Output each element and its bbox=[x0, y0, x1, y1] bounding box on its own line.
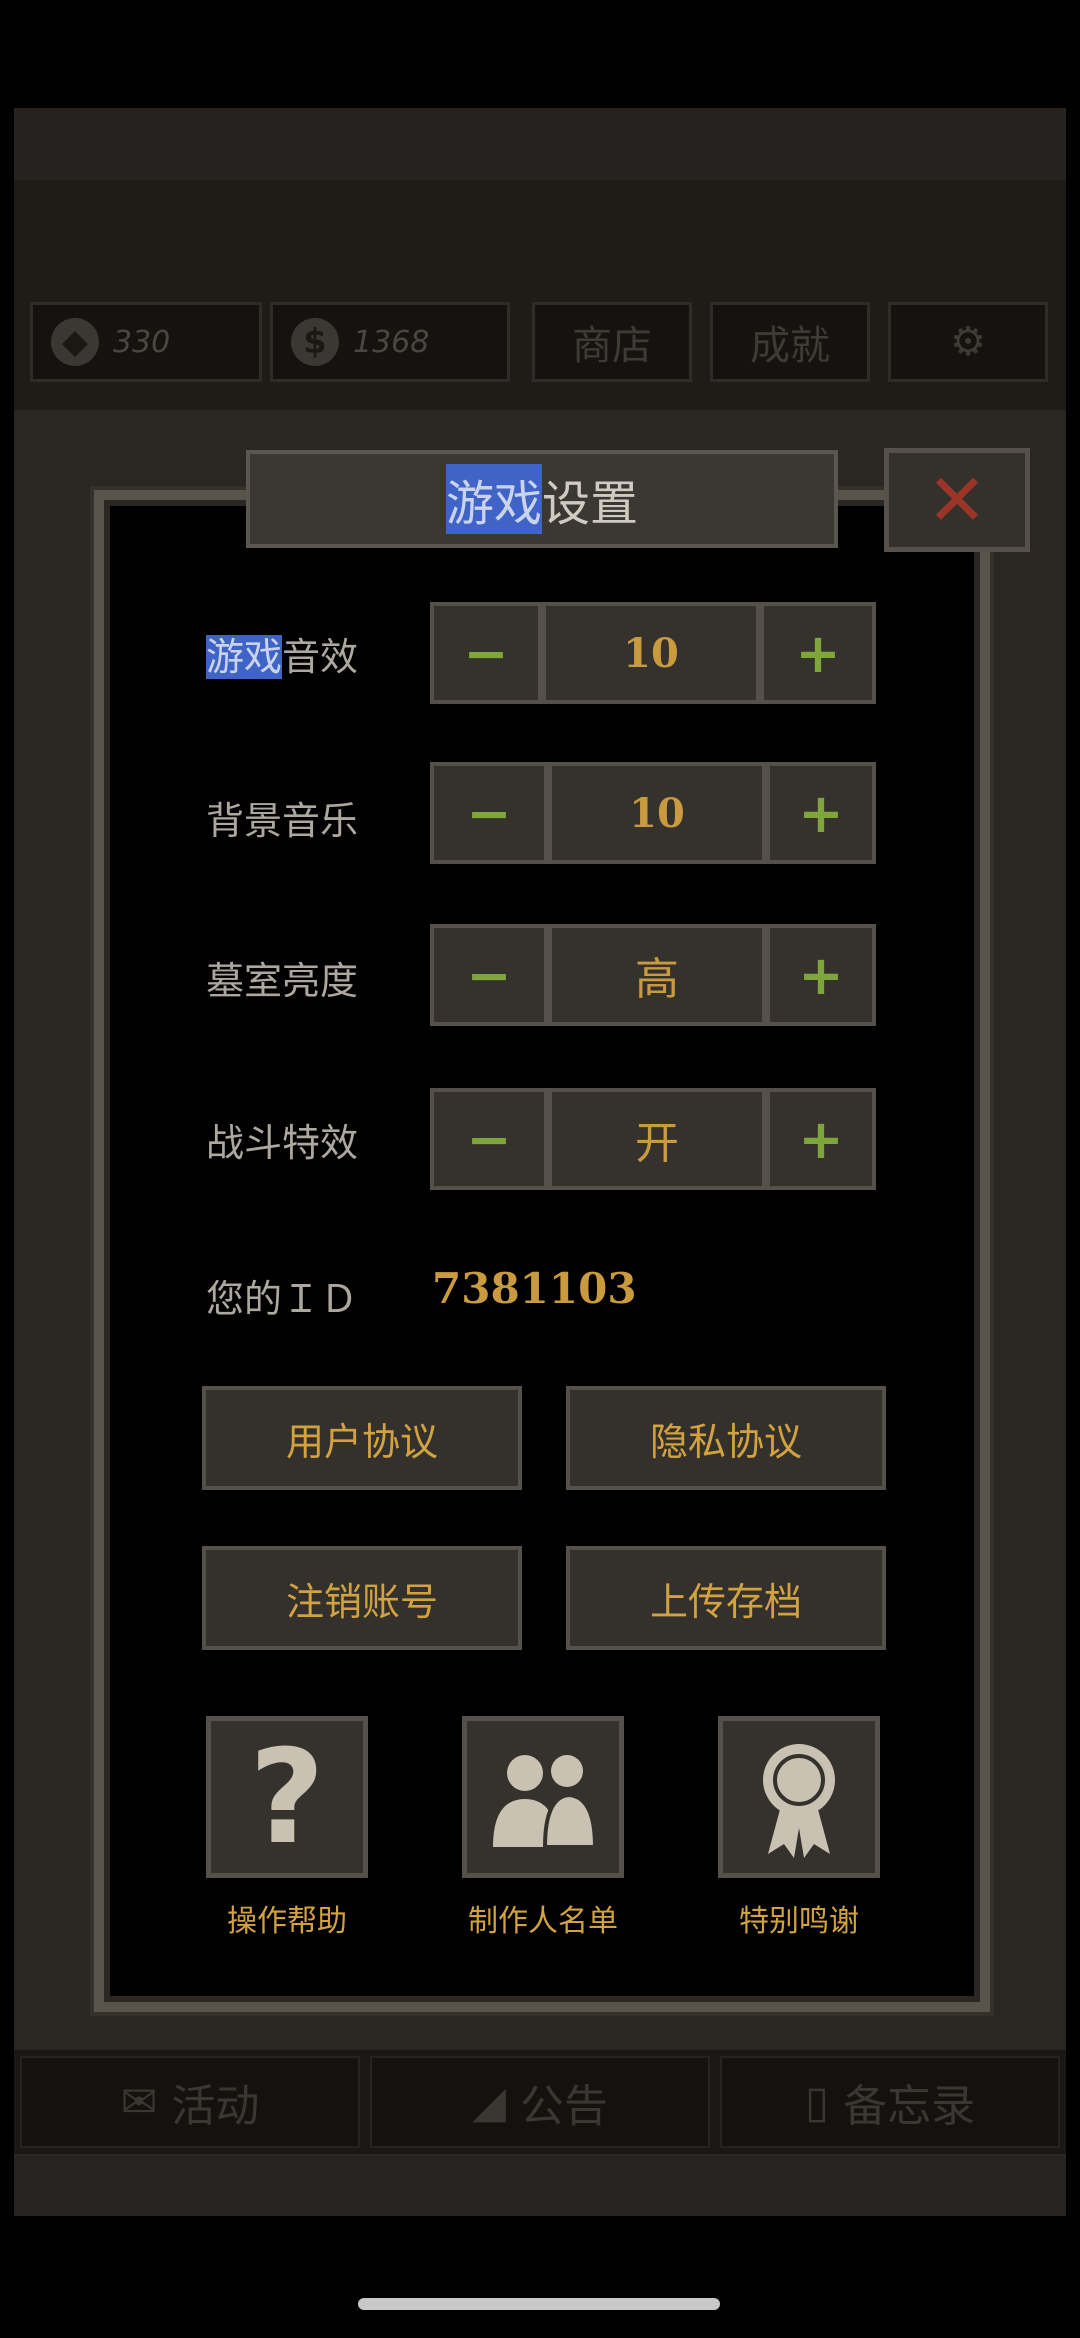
notice-button[interactable]: ◢ 公告 bbox=[370, 2056, 710, 2148]
notice-label: 公告 bbox=[519, 2081, 608, 2132]
memo-button[interactable]: ▯ 备忘录 bbox=[720, 2056, 1060, 2148]
background-music-label: 背景音乐 bbox=[206, 790, 406, 845]
user-agreement-button[interactable]: 用户协议 bbox=[202, 1386, 522, 1490]
user-id-value: 7381103 bbox=[432, 1264, 637, 1313]
background-music-increase-button[interactable]: + bbox=[766, 762, 876, 864]
gear-icon: ⚙ bbox=[950, 319, 986, 365]
combat-effects-label: 战斗特效 bbox=[206, 1112, 406, 1167]
combat-effects-value: 开 bbox=[548, 1088, 766, 1190]
combat-effects-label-text: 战斗特效 bbox=[206, 1121, 359, 1165]
minus-icon: − bbox=[463, 621, 509, 685]
shop-label: 商店 bbox=[572, 323, 652, 369]
mail-icon: ✉ bbox=[120, 2076, 158, 2128]
tomb-brightness-decrease-button[interactable]: − bbox=[430, 924, 548, 1026]
people-icon bbox=[493, 1755, 598, 1849]
memo-label: 备忘录 bbox=[843, 2081, 976, 2132]
coin-counter[interactable]: $ 1368 bbox=[270, 302, 510, 382]
privacy-agreement-button[interactable]: 隐私协议 bbox=[566, 1386, 886, 1490]
title-selected-text: 游戏 bbox=[445, 464, 542, 534]
combat-effects-decrease-button[interactable]: − bbox=[430, 1088, 548, 1190]
background-music-value-text: 10 bbox=[629, 789, 685, 837]
minus-icon: − bbox=[466, 1107, 512, 1171]
question-mark-icon: ? bbox=[249, 1732, 324, 1862]
shop-button[interactable]: 商店 bbox=[532, 302, 692, 382]
tomb-brightness-increase-button[interactable]: + bbox=[766, 924, 876, 1026]
diamond-icon: ◆ bbox=[51, 318, 99, 366]
dialog-title: 游戏 设置 bbox=[246, 450, 838, 548]
close-button[interactable]: ✕ bbox=[884, 448, 1030, 552]
plus-icon: + bbox=[798, 1107, 844, 1171]
delete-account-button[interactable]: 注销账号 bbox=[202, 1546, 522, 1650]
combat-effects-value-text: 开 bbox=[635, 1118, 679, 1169]
thanks-label: 特别鸣谢 bbox=[739, 1904, 859, 1939]
tomb-brightness-label: 墓室亮度 bbox=[206, 950, 406, 1005]
help-button[interactable]: ? bbox=[206, 1716, 368, 1878]
sound-effects-decrease-button[interactable]: − bbox=[430, 602, 542, 704]
plus-icon: + bbox=[798, 781, 844, 845]
sound-effects-increase-button[interactable]: + bbox=[760, 602, 876, 704]
tomb-brightness-label-text: 墓室亮度 bbox=[206, 959, 359, 1003]
user-id-label: 您的ＩＤ bbox=[206, 1277, 359, 1321]
dollar-icon: $ bbox=[291, 318, 339, 366]
svg-text:?: ? bbox=[249, 1732, 324, 1862]
credits-button[interactable] bbox=[462, 1716, 624, 1878]
minus-icon: − bbox=[466, 781, 512, 845]
sound-effects-label-text: 音效 bbox=[282, 635, 359, 679]
credits-label: 制作人名单 bbox=[468, 1904, 618, 1939]
upload-save-label: 上传存档 bbox=[649, 1579, 802, 1624]
gem-count: 330 bbox=[113, 324, 171, 360]
background-music-decrease-button[interactable]: − bbox=[430, 762, 548, 864]
game-footer-area bbox=[14, 2156, 1066, 2216]
achievements-label: 成就 bbox=[750, 323, 830, 369]
thanks-button[interactable] bbox=[718, 1716, 880, 1878]
close-icon: ✕ bbox=[926, 458, 988, 542]
achievements-button[interactable]: 成就 bbox=[710, 302, 870, 382]
minus-icon: − bbox=[466, 943, 512, 1007]
award-ribbon-icon bbox=[763, 1744, 835, 1858]
tomb-brightness-value-text: 高 bbox=[635, 954, 679, 1005]
sound-effects-value: 10 bbox=[542, 602, 760, 704]
megaphone-icon: ◢ bbox=[472, 2076, 506, 2128]
help-label: 操作帮助 bbox=[227, 1904, 347, 1939]
plus-icon: + bbox=[798, 943, 844, 1007]
tomb-brightness-value: 高 bbox=[548, 924, 766, 1026]
user-agreement-label: 用户协议 bbox=[285, 1419, 438, 1464]
title-text: 设置 bbox=[542, 476, 639, 532]
sound-effects-label: 游戏音效 bbox=[206, 626, 406, 681]
home-indicator[interactable] bbox=[358, 2298, 720, 2310]
sound-effects-value-text: 10 bbox=[623, 629, 679, 677]
upload-save-button[interactable]: 上传存档 bbox=[566, 1546, 886, 1650]
activity-button[interactable]: ✉ 活动 bbox=[20, 2056, 360, 2148]
plus-icon: + bbox=[795, 621, 841, 685]
activity-label: 活动 bbox=[171, 2081, 260, 2132]
privacy-agreement-label: 隐私协议 bbox=[649, 1419, 802, 1464]
coin-count: 1368 bbox=[353, 324, 430, 360]
background-music-label-text: 背景音乐 bbox=[206, 799, 359, 843]
combat-effects-increase-button[interactable]: + bbox=[766, 1088, 876, 1190]
delete-account-label: 注销账号 bbox=[285, 1579, 438, 1624]
background-music-value: 10 bbox=[548, 762, 766, 864]
notepad-icon: ▯ bbox=[804, 2076, 830, 2128]
sound-effects-label-selected: 游戏 bbox=[206, 635, 283, 679]
settings-button[interactable]: ⚙ bbox=[888, 302, 1048, 382]
gem-counter[interactable]: ◆ 330 bbox=[30, 302, 262, 382]
